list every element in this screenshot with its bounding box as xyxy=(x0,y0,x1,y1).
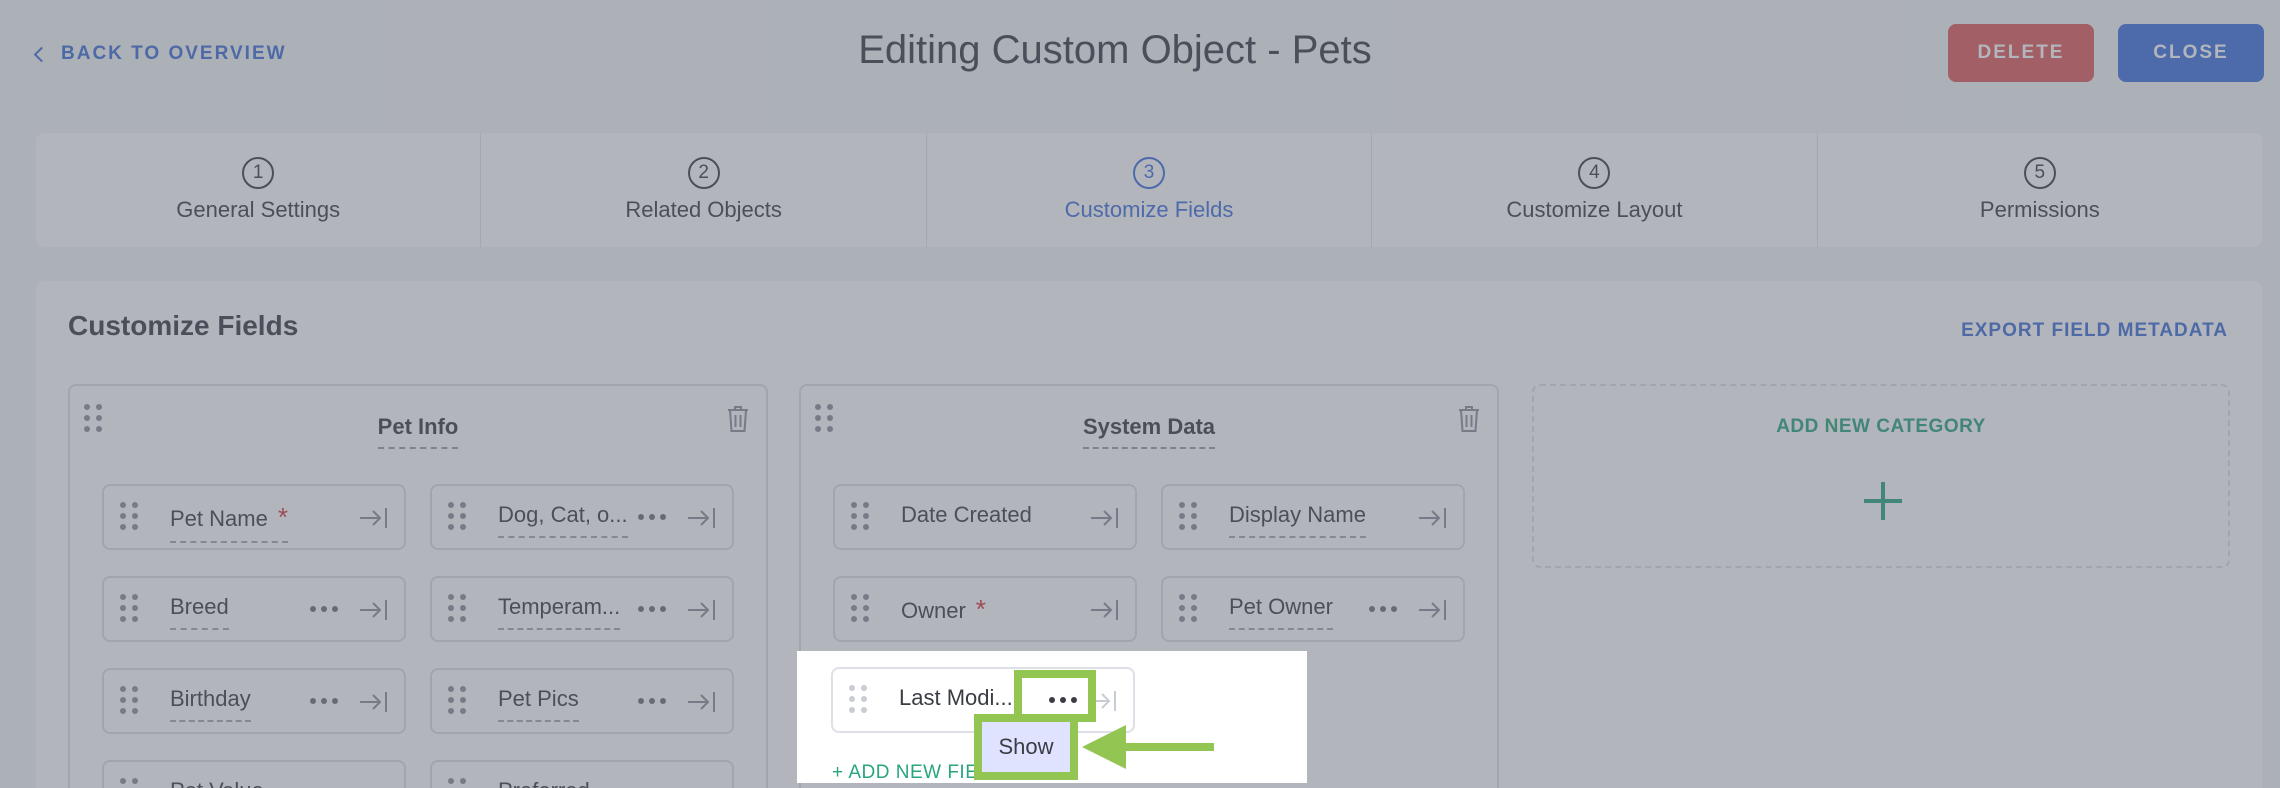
show-menu-option[interactable]: Show xyxy=(982,722,1070,772)
field-drag-handle-icon[interactable] xyxy=(849,685,867,713)
pointer-arrow-icon xyxy=(1082,725,1214,769)
